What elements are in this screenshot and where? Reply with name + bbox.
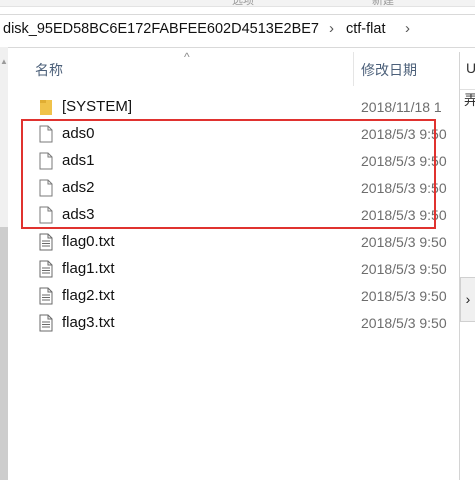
file-row[interactable]: flag1.txt 2018/5/3 9:50 <box>35 256 459 283</box>
folder-row[interactable]: [SYSTEM] 2018/11/18 1 <box>35 94 459 121</box>
file-row[interactable]: flag0.txt 2018/5/3 9:50 <box>35 229 459 256</box>
file-date-modified: 2018/5/3 9:50 <box>361 315 447 331</box>
file-date-modified: 2018/5/3 9:50 <box>361 234 447 250</box>
file-row[interactable]: flag2.txt 2018/5/3 9:50 <box>35 283 459 310</box>
ribbon-label-new[interactable]: 新建 <box>372 0 394 8</box>
address-segment-folder[interactable]: ctf-flat <box>346 21 385 37</box>
highlight-box <box>21 119 436 229</box>
chevron-right-icon[interactable]: › <box>405 20 410 37</box>
column-divider[interactable] <box>353 52 354 86</box>
column-header-date-modified[interactable]: 修改日期 <box>361 60 417 80</box>
text-file-icon <box>39 233 53 251</box>
file-date-modified: 2018/5/3 9:50 <box>361 288 447 304</box>
file-name: [SYSTEM] <box>62 98 133 115</box>
address-bar[interactable]: disk_95ED58BC6E172FABFEE602D4513E2BE7 › … <box>0 14 475 48</box>
file-name: flag2.txt <box>62 287 115 304</box>
text-file-icon <box>39 314 53 332</box>
sort-ascending-icon: ^ <box>184 50 190 64</box>
text-file-icon <box>39 287 53 305</box>
file-date-modified: 2018/11/18 1 <box>361 99 442 115</box>
details-pane-text: 弄 <box>464 92 475 108</box>
file-name: flag0.txt <box>62 233 115 250</box>
file-date-modified: 2018/5/3 9:50 <box>361 261 447 277</box>
address-segment-disk[interactable]: disk_95ED58BC6E172FABFEE602D4513E2BE7 <box>3 21 319 37</box>
scroll-up-arrow-icon[interactable]: ▲ <box>0 57 8 66</box>
text-file-icon <box>39 260 53 278</box>
column-header-name[interactable]: 名称 <box>35 60 63 80</box>
column-header-row: 名称 ^ 修改日期 <box>8 50 475 88</box>
file-row[interactable]: flag3.txt 2018/5/3 9:50 <box>35 310 459 337</box>
scrollbar-thumb[interactable] <box>0 227 8 480</box>
folder-icon <box>39 98 53 116</box>
details-pane: U 弄 › <box>459 52 475 480</box>
ribbon-strip: 选项 新建 <box>0 0 475 7</box>
chevron-right-icon[interactable]: › <box>329 20 334 37</box>
expand-pane-button[interactable]: › <box>460 277 475 322</box>
navigation-pane-scrollbar[interactable]: ▲ <box>0 47 8 480</box>
ribbon-label-options[interactable]: 选项 <box>232 0 254 8</box>
details-pane-header: U <box>460 58 475 90</box>
file-name: flag3.txt <box>62 314 115 331</box>
file-name: flag1.txt <box>62 260 115 277</box>
